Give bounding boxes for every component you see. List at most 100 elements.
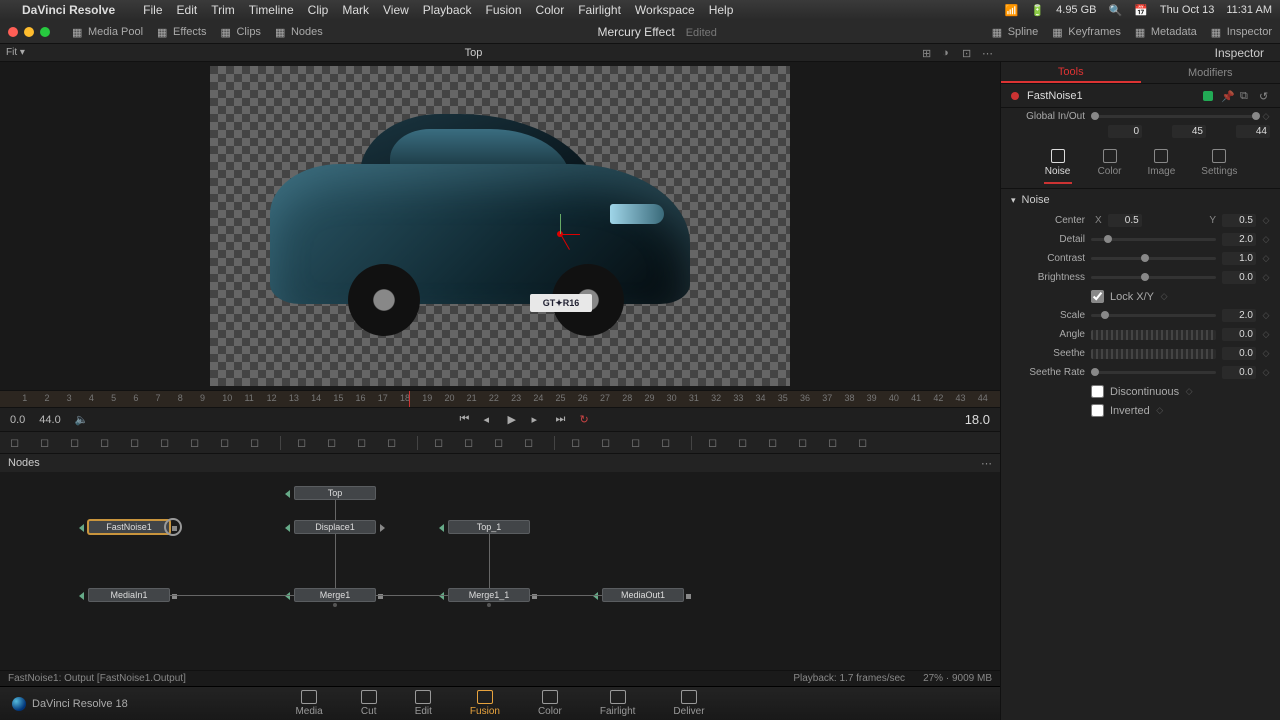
- node-color-chip[interactable]: [1203, 91, 1213, 101]
- node-merge1_1[interactable]: Merge1_1: [448, 588, 530, 602]
- inspector-subtab-noise[interactable]: Noise: [1044, 149, 1072, 184]
- menu-trim[interactable]: Trim: [211, 3, 235, 17]
- keyframe-diamond-icon[interactable]: ◇: [1262, 272, 1270, 283]
- page-fairlight[interactable]: Fairlight: [600, 690, 636, 717]
- inspector-tab-modifiers[interactable]: Modifiers: [1141, 62, 1280, 83]
- param-slider[interactable]: [1091, 238, 1216, 241]
- p4-tool-icon[interactable]: ◻: [661, 436, 675, 450]
- fx1-tool-icon[interactable]: ◻: [708, 436, 722, 450]
- keyframe-diamond-icon[interactable]: ◇: [1262, 348, 1270, 359]
- page-media[interactable]: Media: [295, 690, 322, 717]
- inspector-button[interactable]: ▦Inspector: [1211, 26, 1272, 38]
- menu-color[interactable]: Color: [536, 3, 565, 17]
- drop-tool-icon[interactable]: ◻: [250, 436, 264, 450]
- page-fusion[interactable]: Fusion: [470, 690, 500, 717]
- menu-playback[interactable]: Playback: [423, 3, 472, 17]
- node-input-icon[interactable]: [79, 524, 84, 532]
- param-slider[interactable]: [1091, 371, 1216, 374]
- menubar-status[interactable]: 4.95 GB: [1056, 4, 1096, 16]
- viewer-option-icon[interactable]: ◑: [942, 47, 954, 59]
- brush-tool-icon[interactable]: ◻: [100, 436, 114, 450]
- line-tool-icon[interactable]: ◻: [160, 436, 174, 450]
- mask1-tool-icon[interactable]: ◻: [297, 436, 311, 450]
- shape3-tool-icon[interactable]: ◻: [494, 436, 508, 450]
- param-value[interactable]: 1.0: [1222, 252, 1256, 265]
- param-value[interactable]: 0.0: [1222, 328, 1256, 341]
- menu-edit[interactable]: Edit: [177, 3, 198, 17]
- metadata-button[interactable]: ▦Metadata: [1135, 26, 1197, 38]
- param-slider[interactable]: [1091, 257, 1216, 260]
- inspector-tab-tools[interactable]: Tools: [1001, 62, 1141, 83]
- menu-clip[interactable]: Clip: [308, 3, 329, 17]
- mask2-tool-icon[interactable]: ◻: [327, 436, 341, 450]
- node-fastnoise1[interactable]: FastNoise1: [88, 520, 170, 534]
- fx5-tool-icon[interactable]: ◻: [828, 436, 842, 450]
- menu-help[interactable]: Help: [709, 3, 734, 17]
- page-edit[interactable]: Edit: [415, 690, 432, 717]
- page-color[interactable]: Color: [538, 690, 562, 717]
- menu-fairlight[interactable]: Fairlight: [578, 3, 621, 17]
- node-input-icon[interactable]: [439, 592, 444, 600]
- audio-icon[interactable]: 🔈: [75, 413, 89, 426]
- node-top_1[interactable]: Top_1: [448, 520, 530, 534]
- node-input-icon[interactable]: [439, 524, 444, 532]
- spline-button[interactable]: ▦Spline: [992, 26, 1039, 38]
- node-mask-icon[interactable]: [487, 603, 491, 607]
- wand-tool-icon[interactable]: ◻: [130, 436, 144, 450]
- nodes-button[interactable]: ▦Nodes: [275, 26, 323, 38]
- global-mid-value[interactable]: 45: [1172, 125, 1206, 138]
- node-mask-icon[interactable]: [333, 603, 337, 607]
- viewer-option-icon[interactable]: ⊞: [922, 47, 934, 59]
- mask3-tool-icon[interactable]: ◻: [357, 436, 371, 450]
- param-checkbox[interactable]: [1091, 404, 1104, 417]
- keyframes-button[interactable]: ▦Keyframes: [1052, 26, 1121, 38]
- center-y-value[interactable]: 0.5: [1222, 214, 1256, 227]
- shape2-tool-icon[interactable]: ◻: [464, 436, 478, 450]
- param-value[interactable]: 0.0: [1222, 366, 1256, 379]
- param-checkbox[interactable]: [1091, 385, 1104, 398]
- menubar-status[interactable]: Thu Oct 13: [1160, 4, 1214, 16]
- node-enable-icon[interactable]: [1011, 92, 1019, 100]
- keyframe-diamond-icon[interactable]: ◇: [1262, 234, 1270, 245]
- viewer-more-icon[interactable]: ⋯: [982, 47, 994, 59]
- node-mediain1[interactable]: MediaIn1: [88, 588, 170, 602]
- param-value[interactable]: 2.0: [1222, 233, 1256, 246]
- time-ruler[interactable]: 1234567891011121314151617181920212223242…: [0, 390, 1000, 408]
- menubar-status[interactable]: 🔋: [1030, 4, 1044, 17]
- go-start-icon[interactable]: ⏮: [460, 413, 474, 427]
- viewer-canvas[interactable]: GT✦R16: [0, 62, 1000, 390]
- node-input-icon[interactable]: [285, 490, 290, 498]
- play-icon[interactable]: ▶: [508, 413, 522, 427]
- global-range-slider[interactable]: [1091, 115, 1256, 118]
- keyframe-diamond-icon[interactable]: ◇: [1262, 329, 1270, 340]
- fx6-tool-icon[interactable]: ◻: [858, 436, 872, 450]
- keyframe-diamond-icon[interactable]: ◇: [1262, 253, 1270, 264]
- param-dial[interactable]: [1091, 330, 1216, 340]
- rectangle-tool-icon[interactable]: ◻: [10, 436, 24, 450]
- minimize-window-icon[interactable]: [24, 27, 34, 37]
- pin-icon[interactable]: 📌: [1221, 90, 1232, 101]
- loop-icon[interactable]: ↻: [580, 413, 594, 427]
- param-value[interactable]: 2.0: [1222, 309, 1256, 322]
- keyframe-diamond-icon[interactable]: ◇: [1262, 215, 1270, 226]
- node-input-icon[interactable]: [285, 524, 290, 532]
- light-tool-icon[interactable]: ◻: [220, 436, 234, 450]
- fx4-tool-icon[interactable]: ◻: [798, 436, 812, 450]
- menubar-status[interactable]: 📅: [1134, 4, 1148, 17]
- page-deliver[interactable]: Deliver: [673, 690, 704, 717]
- inspector-subtab-image[interactable]: Image: [1147, 149, 1175, 184]
- zoom-window-icon[interactable]: [40, 27, 50, 37]
- menubar-status[interactable]: 11:31 AM: [1226, 4, 1272, 16]
- node-output-icon[interactable]: [686, 594, 691, 599]
- keyframe-diamond-icon[interactable]: ◇: [1262, 111, 1270, 122]
- step-back-icon[interactable]: ◂: [484, 413, 498, 427]
- param-slider[interactable]: [1091, 276, 1216, 279]
- node-input-icon[interactable]: [285, 592, 290, 600]
- node-mediaout1[interactable]: MediaOut1: [602, 588, 684, 602]
- node-graph[interactable]: FastNoise1MediaIn1TopDisplace1Merge1Top_…: [0, 472, 1000, 670]
- shape4-tool-icon[interactable]: ◻: [524, 436, 538, 450]
- param-slider[interactable]: [1091, 314, 1216, 317]
- text-tool-icon[interactable]: ◻: [70, 436, 84, 450]
- fit-dropdown[interactable]: Fit ▾: [6, 47, 25, 58]
- param-value[interactable]: 0.0: [1222, 271, 1256, 284]
